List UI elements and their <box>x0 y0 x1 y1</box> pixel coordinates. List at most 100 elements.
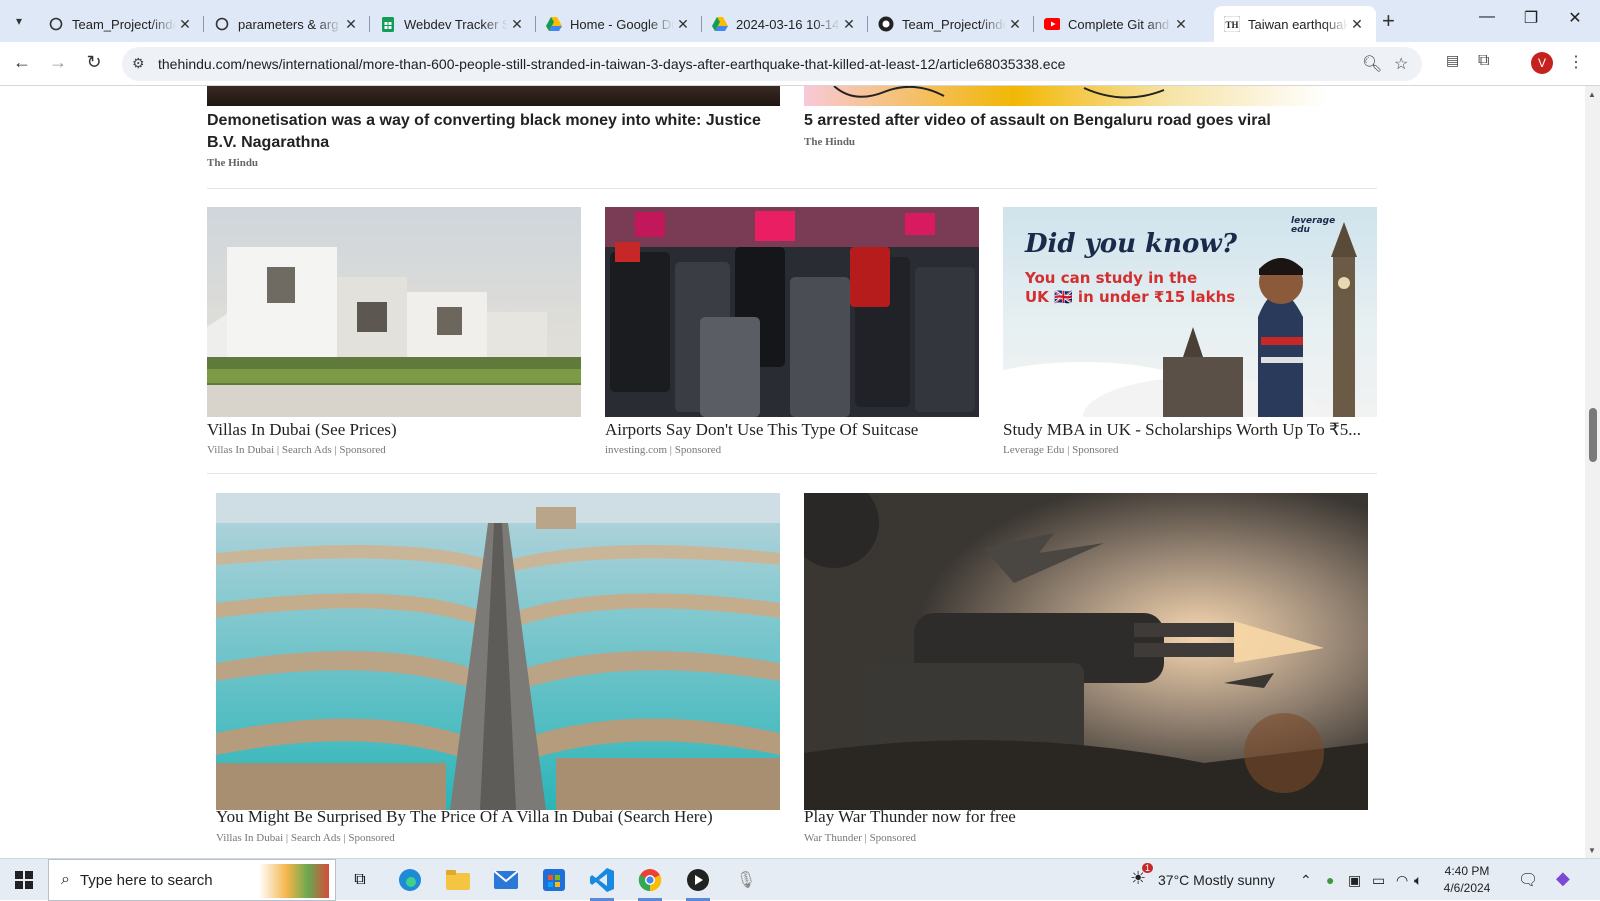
system-clock[interactable]: 4:40 PM 4/6/2024 <box>1432 863 1502 897</box>
arrow-right-icon: → <box>49 52 67 72</box>
clock-date: 4/6/2024 <box>1443 881 1491 895</box>
tab-6[interactable]: Team_Project/inde ✕ <box>868 6 1034 42</box>
battery-icon[interactable]: ▭ <box>1372 872 1385 889</box>
ad-title[interactable]: Villas In Dubai (See Prices) <box>207 420 581 440</box>
url-text[interactable]: thehindu.com/news/international/more-tha… <box>158 56 1065 72</box>
vscode-icon <box>590 868 614 892</box>
task-view-button[interactable]: ⧉ <box>340 865 380 895</box>
tab-label: Complete Git and <box>1068 16 1170 32</box>
start-button[interactable] <box>4 865 44 895</box>
volume-icon[interactable]: 🔈︎ <box>1414 872 1422 889</box>
tab-7[interactable]: Complete Git and ✕ <box>1034 6 1200 42</box>
tab-5[interactable]: 2024-03-16 10-14 ✕ <box>702 6 868 42</box>
chevron-up-icon[interactable]: ⌃ <box>1300 872 1312 889</box>
close-icon[interactable]: ✕ <box>1006 16 1024 33</box>
ad-meta: Leverage Edu | Sponsored <box>1003 444 1119 456</box>
news-image-bengaluru[interactable] <box>804 86 1328 106</box>
minimize-icon: — <box>1479 8 1495 25</box>
ad-meta: Villas In Dubai | Search Ads | Sponsored <box>207 444 386 456</box>
browser-toolbar: ← → ↻ ⚙ thehindu.com/news/international/… <box>0 42 1600 86</box>
page-scrollbar[interactable]: ▲ ▼ <box>1585 86 1600 858</box>
copilot-icon[interactable]: ◆ <box>1556 868 1570 889</box>
tab-label: Taiwan earthquake <box>1248 16 1348 32</box>
site-settings-icon[interactable]: ⚙ <box>132 55 145 72</box>
new-tab-button[interactable]: + <box>1382 8 1395 34</box>
chrome-button[interactable] <box>630 865 670 901</box>
profile-avatar[interactable]: V <box>1531 52 1553 74</box>
menu-kebab-icon[interactable]: ⋮ <box>1568 52 1584 72</box>
weather-badge: 1 <box>1142 863 1154 873</box>
plus-icon: + <box>1382 8 1395 33</box>
divider <box>207 473 1377 474</box>
extensions-icon[interactable]: ⧉ <box>1478 52 1489 70</box>
tab-2[interactable]: parameters & arg ✕ <box>204 6 370 42</box>
close-icon[interactable]: ✕ <box>176 16 194 33</box>
play-icon <box>687 869 709 891</box>
zoom-icon[interactable]: 🔍︎ <box>1362 54 1382 74</box>
arrow-left-icon: ← <box>13 52 31 72</box>
ad-title[interactable]: Study MBA in UK - Scholarships Worth Up … <box>1003 420 1377 440</box>
tab-4[interactable]: Home - Google Dr ✕ <box>536 6 702 42</box>
voice-button[interactable]: 🎙︎ <box>726 865 766 895</box>
ad-meta: War Thunder | Sponsored <box>804 832 917 844</box>
minimize-button[interactable]: — <box>1464 8 1510 26</box>
restore-button[interactable]: ❐ <box>1508 8 1554 28</box>
reload-icon: ↻ <box>86 52 102 72</box>
ad-meta: Villas In Dubai | Search Ads | Sponsored <box>216 832 395 844</box>
taskbar-search[interactable]: ⌕ Type here to search <box>48 859 336 901</box>
close-icon[interactable]: ✕ <box>674 16 692 33</box>
meet-now-icon[interactable]: ▣ <box>1348 872 1361 889</box>
scrollbar-thumb[interactable] <box>1589 408 1597 462</box>
ad-title[interactable]: Play War Thunder now for free <box>804 807 1368 827</box>
bookmark-star-icon[interactable]: ☆ <box>1394 54 1408 74</box>
ad-image-suitcases[interactable] <box>605 207 979 417</box>
google-sheets-icon <box>380 16 396 32</box>
file-explorer-button[interactable] <box>438 865 478 895</box>
tab-active[interactable]: TH Taiwan earthquake ✕ <box>1214 6 1376 42</box>
news-image-demonetisation[interactable] <box>207 86 780 106</box>
reload-button[interactable]: ↻ <box>82 52 106 73</box>
ad-image-study-uk[interactable]: Did you know? You can study in the UK 🇬🇧… <box>1003 207 1377 417</box>
close-icon[interactable]: ✕ <box>840 16 858 33</box>
close-icon[interactable]: ✕ <box>1172 16 1190 33</box>
weather-text[interactable]: 37°C Mostly sunny <box>1158 872 1275 888</box>
ad-image-villas[interactable] <box>207 207 581 417</box>
scroll-up-icon[interactable]: ▲ <box>1588 90 1596 99</box>
github-icon <box>878 16 894 32</box>
tab-strip: ▾ Team_Project/inde ✕ parameters & arg ✕… <box>0 0 1600 42</box>
media-player-button[interactable] <box>678 865 718 901</box>
close-icon[interactable]: ✕ <box>508 16 526 33</box>
google-drive-icon <box>712 16 728 32</box>
news-headline[interactable]: Demonetisation was a way of converting b… <box>207 110 767 154</box>
tab-3[interactable]: Webdev Tracker Sh ✕ <box>370 6 536 42</box>
back-button[interactable]: ← <box>10 52 34 73</box>
ad-image-war-thunder[interactable] <box>804 493 1368 810</box>
tab-label: parameters & arg <box>238 16 339 32</box>
youtube-icon <box>1044 16 1060 32</box>
tab-1[interactable]: Team_Project/inde ✕ <box>38 6 204 42</box>
close-window-button[interactable]: ✕ <box>1552 8 1598 28</box>
security-icon[interactable]: ● <box>1326 872 1334 888</box>
edge-taskbar-button[interactable] <box>390 865 430 895</box>
news-headline[interactable]: 5 arrested after video of assault on Ben… <box>804 110 1364 132</box>
edge-icon <box>399 869 421 891</box>
ad-image-dubai-palm[interactable] <box>216 493 780 810</box>
mail-button[interactable] <box>486 865 526 895</box>
close-icon[interactable]: ✕ <box>342 16 360 33</box>
ad-title[interactable]: Airports Say Don't Use This Type Of Suit… <box>605 420 979 440</box>
reading-list-icon[interactable]: ▤ <box>1446 52 1459 69</box>
store-button[interactable] <box>534 865 574 895</box>
tab-label: Webdev Tracker Sh <box>404 16 508 32</box>
tab-search-button[interactable]: ▾ <box>6 8 32 34</box>
address-bar[interactable]: ⚙ thehindu.com/news/international/more-t… <box>122 47 1422 81</box>
forward-button[interactable]: → <box>46 52 70 73</box>
folder-icon <box>446 870 470 890</box>
scroll-down-icon[interactable]: ▼ <box>1588 846 1596 855</box>
news-source: The Hindu <box>804 136 856 148</box>
wifi-icon[interactable]: ◠ <box>1396 872 1408 889</box>
vscode-button[interactable] <box>582 865 622 901</box>
github-circle-icon <box>48 16 64 32</box>
ad-title[interactable]: You Might Be Surprised By The Price Of A… <box>216 807 780 827</box>
notifications-icon[interactable]: 🗨︎ <box>1518 870 1538 890</box>
close-icon[interactable]: ✕ <box>1348 16 1366 33</box>
